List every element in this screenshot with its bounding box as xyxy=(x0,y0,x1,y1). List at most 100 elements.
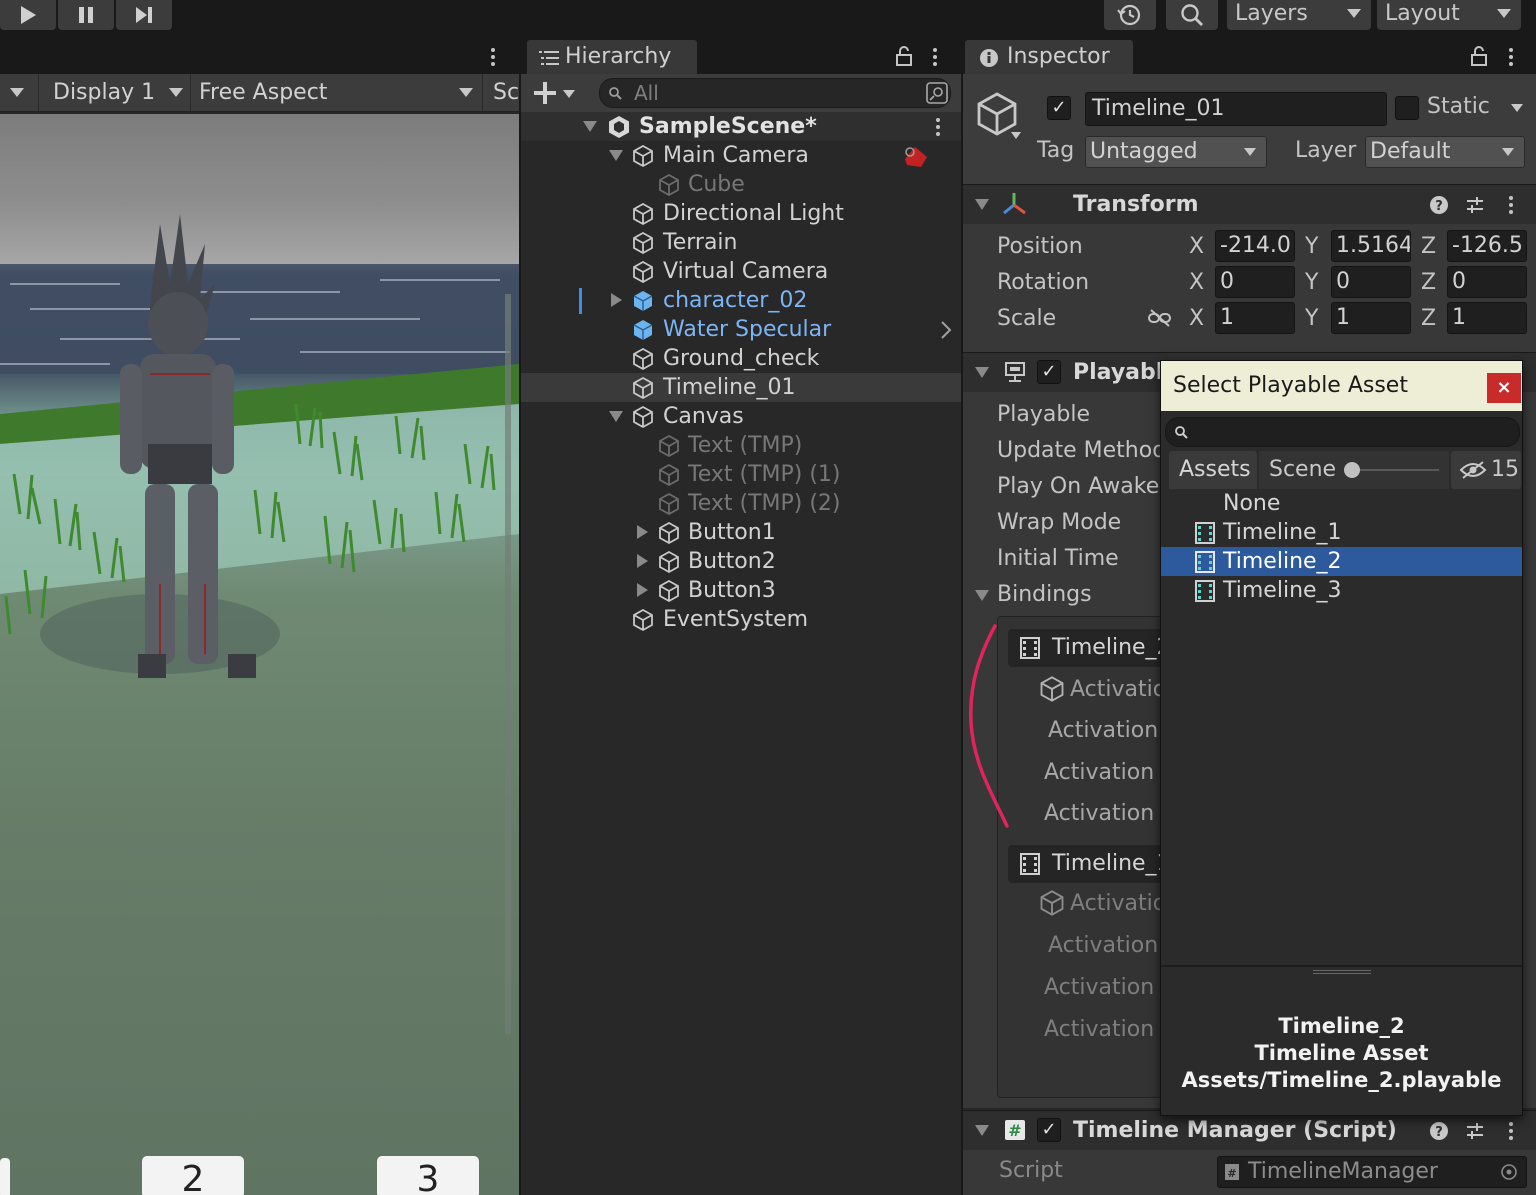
expand-arrow-icon[interactable] xyxy=(637,525,648,539)
hierarchy-item-water-specular[interactable]: Water Specular xyxy=(521,315,961,344)
ui-button-2[interactable]: 2 xyxy=(142,1156,244,1195)
hierarchy-item-label: Text (TMP) (1) xyxy=(688,462,841,487)
zoom-slider-handle[interactable] xyxy=(1344,462,1360,478)
display-dropdown[interactable]: Display 1 xyxy=(38,74,188,111)
layers-dropdown[interactable]: Layers xyxy=(1227,0,1371,30)
create-button[interactable] xyxy=(529,78,579,108)
expand-arrow-icon[interactable] xyxy=(975,590,989,601)
expand-arrow-icon[interactable] xyxy=(583,121,597,132)
expand-arrow-icon[interactable] xyxy=(637,554,648,568)
hierarchy-item-canvas[interactable]: Canvas xyxy=(521,402,961,431)
chevron-down-icon xyxy=(1011,132,1021,139)
resize-handle[interactable] xyxy=(1313,970,1371,974)
hierarchy-item-cube[interactable]: Cube xyxy=(521,170,961,199)
hidden-items-toggle[interactable]: 15 xyxy=(1451,451,1521,489)
transform-header[interactable]: Transform ? xyxy=(963,184,1536,224)
ui-button-1[interactable] xyxy=(0,1158,10,1195)
asset-item-none[interactable]: None xyxy=(1161,489,1522,518)
help-icon[interactable]: ? xyxy=(1429,1121,1449,1141)
playable-enabled-checkbox[interactable]: ✓ xyxy=(1037,360,1061,384)
expand-arrow-icon[interactable] xyxy=(637,583,648,597)
rotation-x-field[interactable]: 0 xyxy=(1215,266,1295,298)
expand-arrow-icon[interactable] xyxy=(975,1125,989,1136)
chevron-right-icon[interactable] xyxy=(939,320,953,340)
tab-assets[interactable]: Assets xyxy=(1169,451,1257,489)
rotation-y-field[interactable]: 0 xyxy=(1331,266,1411,298)
hierarchy-item-button3[interactable]: Button3 xyxy=(521,576,961,605)
expand-arrow-icon[interactable] xyxy=(611,293,622,307)
hierarchy-item-text-tmp-2[interactable]: Text (TMP) (2) xyxy=(521,489,961,518)
tag-dropdown[interactable]: Untagged xyxy=(1085,136,1267,168)
position-z-field[interactable]: -126.5 xyxy=(1447,230,1527,262)
zoom-slider-track[interactable] xyxy=(1349,469,1439,471)
preset-icon[interactable] xyxy=(1465,1121,1485,1141)
step-button[interactable] xyxy=(116,0,172,30)
scene-row[interactable]: SampleScene* xyxy=(521,112,961,141)
search-button[interactable] xyxy=(1166,0,1218,30)
script-field[interactable]: # TimelineManager xyxy=(1217,1156,1527,1188)
hierarchy-menu-icon[interactable] xyxy=(933,48,937,66)
timeline-manager-enabled-checkbox[interactable]: ✓ xyxy=(1037,1118,1061,1142)
object-picker-icon[interactable] xyxy=(1500,1163,1518,1181)
game-viewport[interactable]: 2 3 xyxy=(0,114,519,1195)
layout-dropdown[interactable]: Layout xyxy=(1377,0,1521,30)
hierarchy-item-text-tmp-1[interactable]: Text (TMP) (1) xyxy=(521,460,961,489)
hierarchy-item-main-camera[interactable]: Main Camera xyxy=(521,141,961,170)
transform-menu-icon[interactable] xyxy=(1509,196,1513,214)
rotation-z-field[interactable]: 0 xyxy=(1447,266,1527,298)
gameobject-large-icon[interactable] xyxy=(973,90,1021,138)
scene-menu-icon[interactable] xyxy=(936,118,940,136)
expand-arrow-icon[interactable] xyxy=(975,199,989,210)
play-button[interactable] xyxy=(0,0,56,30)
hierarchy-item-label: Timeline_01 xyxy=(663,375,796,400)
hierarchy-item-virtual-camera[interactable]: Virtual Camera xyxy=(521,257,961,286)
scale-y-field[interactable]: 1 xyxy=(1331,302,1411,334)
timeline-manager-menu-icon[interactable] xyxy=(1509,1122,1513,1140)
ui-button-3[interactable]: 3 xyxy=(377,1156,479,1195)
filter-icon[interactable] xyxy=(926,82,948,104)
hierarchy-item-ground-check[interactable]: Ground_check xyxy=(521,344,961,373)
expand-arrow-icon[interactable] xyxy=(609,411,623,422)
static-checkbox[interactable] xyxy=(1395,96,1419,120)
preset-icon[interactable] xyxy=(1465,195,1485,215)
help-icon[interactable]: ? xyxy=(1429,195,1449,215)
hierarchy-item-eventsystem[interactable]: EventSystem xyxy=(521,605,961,634)
tab-inspector[interactable]: Inspector xyxy=(965,40,1133,74)
hierarchy-item-button2[interactable]: Button2 xyxy=(521,547,961,576)
asset-item-timeline-2[interactable]: Timeline_2 xyxy=(1161,547,1522,576)
inspector-menu-icon[interactable] xyxy=(1509,48,1513,66)
hierarchy-item-text-tmp[interactable]: Text (TMP) xyxy=(521,431,961,460)
lock-icon[interactable] xyxy=(895,46,913,66)
layer-dropdown[interactable]: Default xyxy=(1365,136,1525,168)
tab-hierarchy[interactable]: Hierarchy xyxy=(527,40,697,74)
history-button[interactable] xyxy=(1104,0,1156,30)
active-checkbox[interactable]: ✓ xyxy=(1047,96,1071,120)
search-placeholder: All xyxy=(634,81,659,105)
hierarchy-search-input[interactable]: All xyxy=(599,78,951,108)
object-name-field[interactable]: Timeline_01 xyxy=(1085,92,1387,126)
expand-arrow-icon[interactable] xyxy=(609,150,623,161)
hierarchy-item-timeline-01[interactable]: Timeline_01 xyxy=(521,373,961,402)
pause-button[interactable] xyxy=(58,0,114,30)
close-button[interactable]: × xyxy=(1487,373,1521,403)
scale-z-field[interactable]: 1 xyxy=(1447,302,1527,334)
position-y-field[interactable]: 1.5164 xyxy=(1331,230,1411,262)
aspect-dropdown[interactable]: Free Aspect xyxy=(190,74,480,111)
game-menu-icon[interactable] xyxy=(491,48,495,66)
asset-item-timeline-1[interactable]: Timeline_1 xyxy=(1161,518,1522,547)
position-x-field[interactable]: -214.0 xyxy=(1215,230,1295,262)
expand-arrow-icon[interactable] xyxy=(975,367,989,378)
hierarchy-item-directional-light[interactable]: Directional Light xyxy=(521,199,961,228)
hierarchy-item-terrain[interactable]: Terrain xyxy=(521,228,961,257)
asset-item-timeline-3[interactable]: Timeline_3 xyxy=(1161,576,1522,605)
hierarchy-item-button1[interactable]: Button1 xyxy=(521,518,961,547)
lock-icon[interactable] xyxy=(1470,46,1488,66)
constrain-proportions-icon[interactable] xyxy=(1147,308,1173,328)
scale-slider[interactable]: Sc xyxy=(482,74,519,111)
scale-x-field[interactable]: 1 xyxy=(1215,302,1295,334)
game-view-selector[interactable] xyxy=(0,74,34,111)
hierarchy-item-character-02[interactable]: character_02 xyxy=(521,286,961,315)
popup-search-input[interactable] xyxy=(1165,417,1520,447)
timeline-manager-header[interactable]: # ✓ Timeline Manager (Script) ? xyxy=(963,1110,1536,1150)
chevron-down-icon[interactable] xyxy=(1511,104,1523,112)
